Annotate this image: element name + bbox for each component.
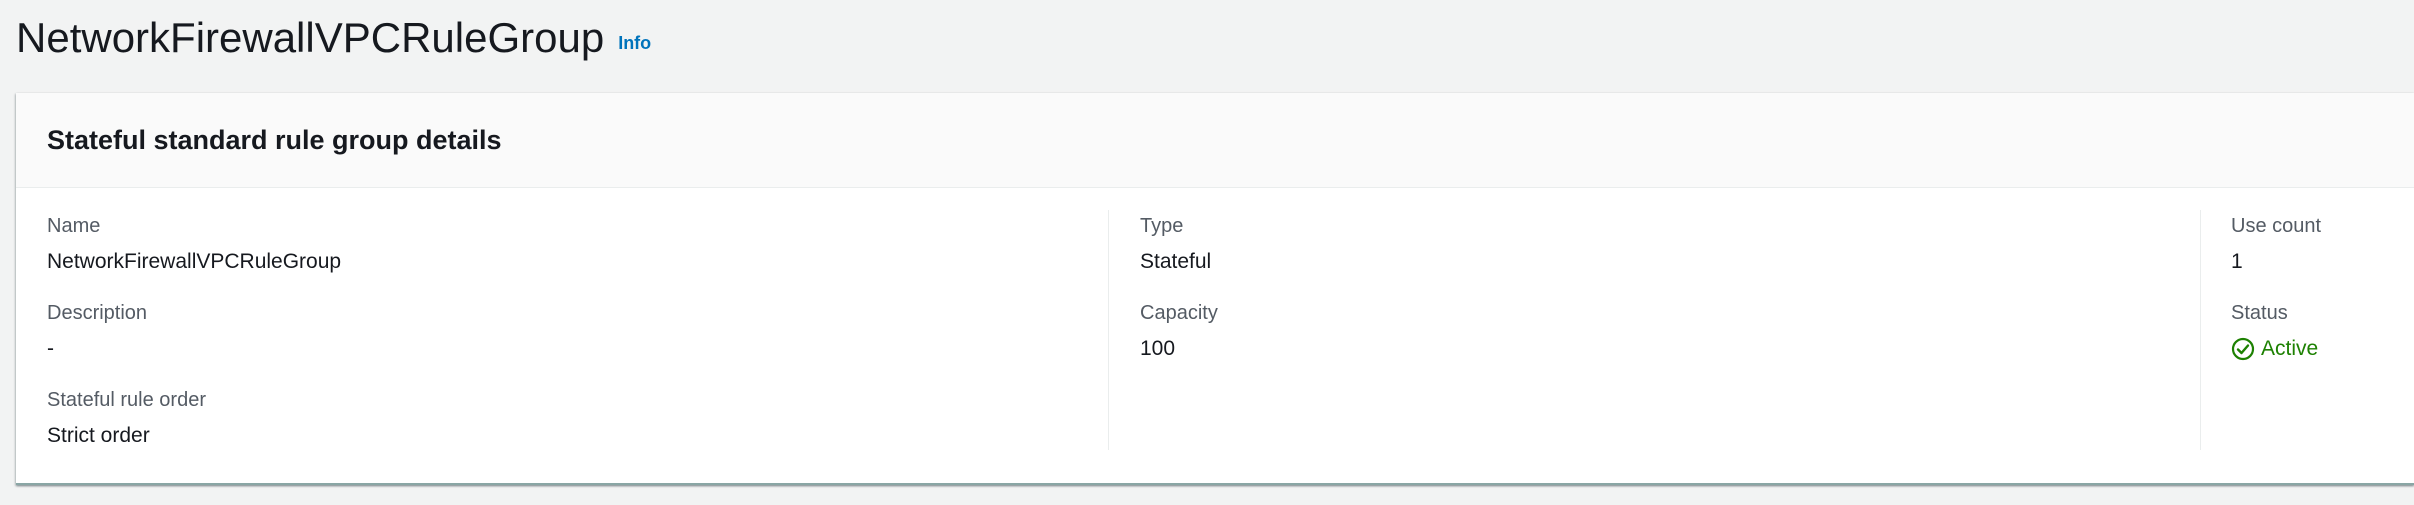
- rule-group-details-panel: Stateful standard rule group details Nam…: [16, 93, 2414, 485]
- description-field: Description -: [47, 301, 147, 361]
- use-count-field: Use count 1: [2231, 214, 2321, 274]
- status-value: Active: [2261, 337, 2319, 360]
- page-title: NetworkFirewallVPCRuleGroup: [16, 14, 605, 61]
- panel-title: Stateful standard rule group details: [47, 124, 502, 155]
- check-circle-icon: [2231, 337, 2255, 361]
- details-column-1: Name NetworkFirewallVPCRuleGroup Descrip…: [47, 188, 1127, 484]
- type-value: Stateful: [1140, 250, 1212, 273]
- description-value: -: [47, 337, 54, 360]
- capacity-label: Capacity: [1140, 302, 1218, 324]
- name-field: Name NetworkFirewallVPCRuleGroup: [47, 214, 341, 274]
- type-field: Type Stateful: [1140, 214, 1211, 274]
- status-field: Status Active: [2231, 301, 2318, 361]
- details-columns: Name NetworkFirewallVPCRuleGroup Descrip…: [16, 188, 2414, 484]
- rule-order-label: Stateful rule order: [47, 389, 206, 411]
- status-indicator: Active: [2231, 337, 2318, 361]
- details-column-3: Use count 1 Status Active: [2231, 188, 2414, 484]
- column-divider: [1108, 210, 1109, 450]
- capacity-value: 100: [1140, 337, 1176, 360]
- name-value: NetworkFirewallVPCRuleGroup: [47, 250, 342, 273]
- type-label: Type: [1140, 215, 1184, 237]
- use-count-value: 1: [2231, 250, 2243, 273]
- name-label: Name: [47, 215, 101, 237]
- column-divider: [2200, 210, 2201, 450]
- rule-order-value: Strict order: [47, 424, 150, 447]
- rule-order-field: Stateful rule order Strict order: [47, 388, 206, 448]
- status-label: Status: [2231, 302, 2288, 324]
- panel-header: Stateful standard rule group details: [16, 93, 2414, 188]
- capacity-field: Capacity 100: [1140, 301, 1218, 361]
- description-label: Description: [47, 302, 148, 324]
- page-header: NetworkFirewallVPCRuleGroup Info: [16, 8, 651, 68]
- info-link[interactable]: Info: [618, 33, 651, 54]
- use-count-label: Use count: [2231, 215, 2322, 237]
- details-column-2: Type Stateful Capacity 100: [1140, 188, 2220, 484]
